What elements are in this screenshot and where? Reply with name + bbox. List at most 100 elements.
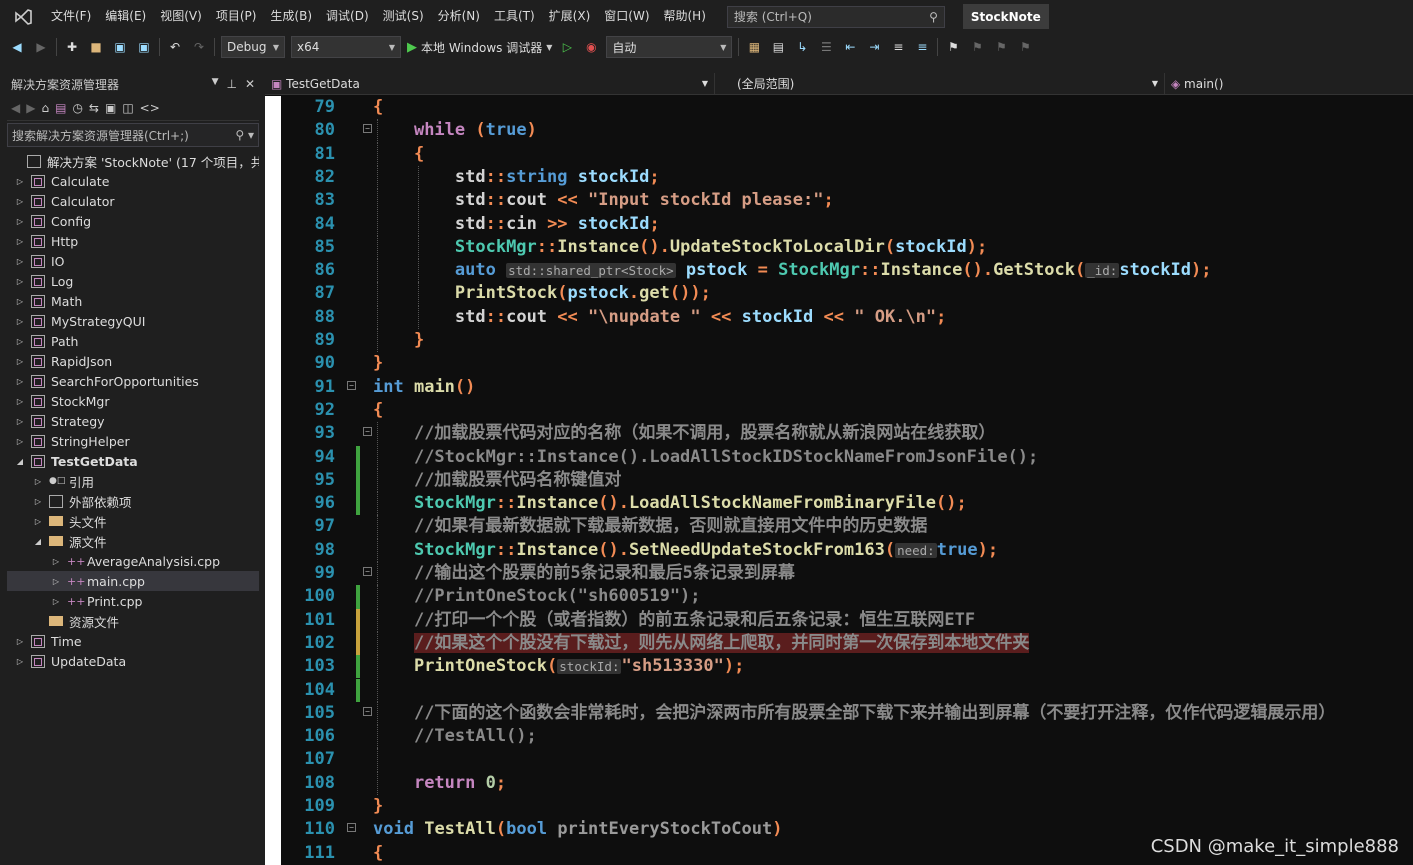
tree-project-node[interactable]: ▷ Path	[7, 331, 259, 351]
tree-project-node[interactable]: ▷ Calculator	[7, 191, 259, 211]
menu-edit[interactable]: 编辑(E)	[98, 0, 153, 33]
chevron-right-icon[interactable]: ▷	[33, 497, 43, 506]
fold-collapse-icon[interactable]: −	[347, 380, 356, 390]
tree-project-node[interactable]: ▷ RapidJson	[7, 351, 259, 371]
code-line[interactable]: 91 − int main()	[281, 376, 1413, 399]
comment-icon[interactable]: ☰	[817, 38, 835, 56]
tree-project-node[interactable]: ▷ UpdateData	[7, 651, 259, 671]
chevron-right-icon[interactable]: ▷	[15, 657, 25, 666]
home-icon[interactable]: ⌂	[41, 101, 49, 115]
hot-reload-icon[interactable]: ◉	[582, 38, 600, 56]
tree-external-deps-node[interactable]: ▷ 外部依赖项	[7, 491, 259, 511]
menu-help[interactable]: 帮助(H)	[657, 0, 713, 33]
fold-collapse-icon[interactable]: −	[347, 823, 356, 833]
fold-collapse-icon[interactable]: −	[363, 124, 372, 134]
tree-project-node-startup[interactable]: ◢ TestGetData	[7, 451, 259, 471]
menu-debug[interactable]: 调试(D)	[319, 0, 376, 33]
chevron-right-icon[interactable]: ▷	[15, 177, 25, 186]
tree-file-node[interactable]: ▷ ++ AverageAnalysisi.cpp	[7, 551, 259, 571]
project-dropdown[interactable]: ▣ TestGetData ▼	[265, 72, 715, 95]
chevron-right-icon[interactable]: ▷	[15, 437, 25, 446]
pin-icon[interactable]: ⊥	[226, 77, 236, 91]
menu-tools[interactable]: 工具(T)	[487, 0, 542, 33]
panel-menu-icon[interactable]: ▼	[212, 77, 219, 91]
code-line[interactable]: 88 std::cout << "\nupdate " << stockId <…	[281, 305, 1413, 329]
code-line[interactable]: 79 {	[281, 96, 1413, 119]
platform-dropdown[interactable]: x64 ▼	[291, 36, 401, 58]
fold-collapse-icon[interactable]: −	[363, 427, 372, 437]
tree-references-node[interactable]: ▷ ●□ 引用	[7, 471, 259, 491]
chevron-right-icon[interactable]: ▷	[51, 597, 61, 606]
chevron-right-icon[interactable]: ▷	[51, 577, 61, 586]
code-line[interactable]: 94 //StockMgr::Instance().LoadAllStockID…	[281, 445, 1413, 469]
close-icon[interactable]: ✕	[245, 77, 255, 91]
code-line[interactable]: 100 //PrintOneStock("sh600519");	[281, 585, 1413, 609]
uncomment-icon[interactable]: ≡	[913, 38, 931, 56]
sync-icon[interactable]: ⇆	[89, 101, 99, 115]
fold-collapse-icon[interactable]: −	[363, 567, 372, 576]
code-line[interactable]: 84 std::cin >> stockId;	[281, 212, 1413, 236]
code-line[interactable]: 83 std::cout << "Input stockId please:";	[281, 189, 1413, 213]
mode-dropdown[interactable]: 自动 ▼	[606, 36, 733, 58]
tree-project-node[interactable]: ▷ Strategy	[7, 411, 259, 431]
configuration-dropdown[interactable]: Debug ▼	[221, 36, 285, 58]
back-icon[interactable]: ◀	[8, 38, 26, 56]
chevron-right-icon[interactable]: ▷	[15, 357, 25, 366]
code-line[interactable]: 101 //打印一个个股（或者指数）的前五条记录和后五条记录：恒生互联网ETF	[281, 608, 1413, 632]
menu-project[interactable]: 项目(P)	[209, 0, 264, 33]
code-line[interactable]: 105 − //下面的这个函数会非常耗时，会把沪深两市所有股票全部下载下来并输出到…	[281, 701, 1413, 726]
menu-build[interactable]: 生成(B)	[263, 0, 319, 33]
open-folder-icon[interactable]: ■	[87, 38, 105, 56]
tree-resources-node[interactable]: 资源文件	[7, 611, 259, 631]
switch-views-icon[interactable]: ▤	[55, 101, 66, 115]
show-all-files-icon[interactable]: ◫	[122, 101, 133, 115]
code-view-icon[interactable]: <>	[140, 101, 160, 115]
menu-window[interactable]: 窗口(W)	[597, 0, 656, 33]
tree-file-node-selected[interactable]: ▷ ++ main.cpp	[7, 571, 259, 591]
code-line[interactable]: 107	[281, 748, 1413, 772]
start-without-debugging-icon[interactable]: ▷	[558, 38, 576, 56]
chevron-right-icon[interactable]: ▷	[15, 337, 25, 346]
code-line[interactable]: 90}	[281, 352, 1413, 375]
collapse-all-icon[interactable]: ▣	[105, 101, 116, 115]
code-line[interactable]: 87 PrintStock(pstock.get());	[281, 282, 1413, 306]
format-icon[interactable]: ≡	[889, 38, 907, 56]
pending-changes-icon[interactable]: ◷	[72, 101, 82, 115]
forward-icon[interactable]: ▶	[32, 38, 50, 56]
chevron-right-icon[interactable]: ▷	[15, 377, 25, 386]
tree-project-node[interactable]: ▷ IO	[7, 251, 259, 271]
next-bookmark-icon[interactable]: ⚑	[992, 38, 1010, 56]
visual-studio-logo-icon[interactable]	[12, 7, 34, 27]
chevron-right-icon[interactable]: ▷	[15, 417, 25, 426]
prev-bookmark-icon[interactable]: ⚑	[968, 38, 986, 56]
tree-project-node[interactable]: ▷ StringHelper	[7, 431, 259, 451]
tree-file-node[interactable]: ▷ ++ Print.cpp	[7, 591, 259, 611]
save-all-icon[interactable]: ▣	[135, 38, 153, 56]
tree-project-node[interactable]: ▷ Math	[7, 291, 259, 311]
chevron-right-icon[interactable]: ▷	[33, 517, 43, 526]
new-project-icon[interactable]: ✚	[63, 38, 81, 56]
tree-project-node[interactable]: ▷ Config	[7, 211, 259, 231]
start-debugging-button[interactable]: ▶ 本地 Windows 调试器 ▼	[407, 39, 552, 56]
code-line[interactable]: 82 std::string stockId;	[281, 165, 1413, 190]
chevron-right-icon[interactable]: ▷	[15, 277, 25, 286]
clear-bookmarks-icon[interactable]: ⚑	[1016, 38, 1034, 56]
fold-collapse-icon[interactable]: −	[363, 706, 372, 716]
tree-project-node[interactable]: ▷ Time	[7, 631, 259, 651]
code-line[interactable]: 108 return 0;	[281, 771, 1413, 795]
back-icon[interactable]: ◀	[11, 101, 20, 115]
tree-project-node[interactable]: ▷ StockMgr	[7, 391, 259, 411]
bookmark-icon[interactable]: ⚑	[944, 38, 962, 56]
menu-file[interactable]: 文件(F)	[44, 0, 98, 33]
code-line[interactable]: 97 //如果有最新数据就下载最新数据，否则就直接用文件中的历史数据	[281, 515, 1413, 539]
solution-explorer-search-input[interactable]: 搜索解决方案资源管理器(Ctrl+;) ⚲ ▾	[7, 123, 259, 147]
code-line[interactable]: 95 //加载股票代码名称键值对	[281, 468, 1413, 493]
chevron-right-icon[interactable]: ▷	[15, 257, 25, 266]
code-line[interactable]: 93 − //加载股票代码对应的名称（如果不调用，股票名称就从新浪网站在线获取）	[281, 422, 1413, 446]
solution-explorer-icon[interactable]: ▦	[745, 38, 763, 56]
code-line[interactable]: 102 //如果这个个股没有下载过，则先从网络上爬取，并同时第一次保存到本地文件…	[281, 631, 1413, 656]
chevron-right-icon[interactable]: ▷	[15, 317, 25, 326]
code-line[interactable]: 81 {	[281, 142, 1413, 166]
chevron-right-icon[interactable]: ▷	[15, 237, 25, 246]
tree-project-node[interactable]: ▷ SearchForOpportunities	[7, 371, 259, 391]
